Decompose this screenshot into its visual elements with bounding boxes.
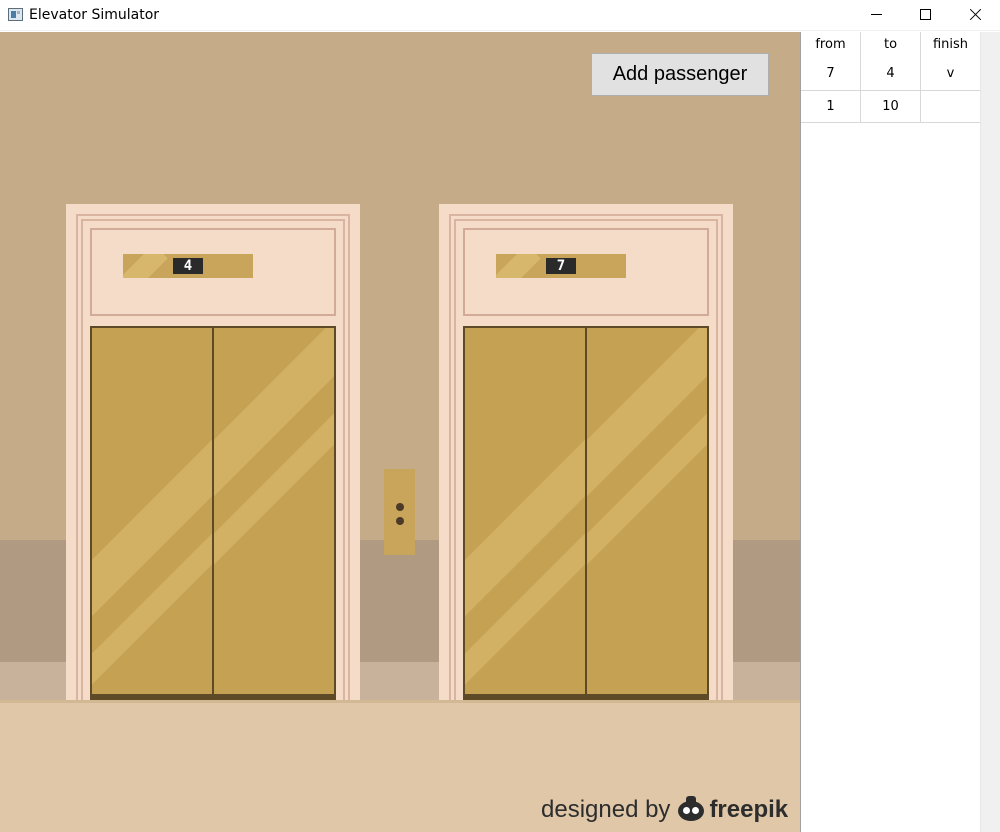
- freepik-logo-icon: [676, 796, 706, 821]
- maximize-button[interactable]: [901, 0, 951, 31]
- elevator-scene: Add passenger 4 7 designed by freepik: [0, 32, 800, 832]
- title-bar: Elevator Simulator: [0, 0, 1000, 31]
- table-cell: 7: [826, 66, 835, 81]
- floor-number: 7: [546, 258, 576, 274]
- close-button[interactable]: [950, 0, 1000, 31]
- table-cell: v: [946, 66, 955, 81]
- door-left: [92, 328, 212, 694]
- elevator-doors: [90, 326, 336, 700]
- passenger-table-panel: [800, 32, 1000, 832]
- table-scrollbar[interactable]: [980, 32, 1000, 832]
- app-icon: [8, 8, 23, 21]
- add-passenger-button[interactable]: Add passenger: [591, 53, 769, 96]
- table-cell: [921, 91, 980, 123]
- minimize-button[interactable]: [852, 0, 902, 31]
- door-left: [465, 328, 585, 694]
- table-row[interactable]: from 7 to 4 finish v: [801, 32, 980, 91]
- credit-prefix: designed by: [541, 796, 671, 823]
- table-cell: from 7: [801, 32, 861, 91]
- window-title: Elevator Simulator: [29, 7, 160, 23]
- elevator-2: 7: [439, 204, 733, 700]
- close-icon: [969, 8, 982, 21]
- door-right: [587, 328, 707, 694]
- passenger-table: from 7 to 4 finish v 1 10: [801, 32, 980, 123]
- door-right: [214, 328, 334, 694]
- floor-number: 4: [173, 258, 203, 274]
- column-header-finish: finish: [932, 37, 969, 52]
- freepik-credit: designed by freepik: [541, 796, 788, 824]
- elevator-doors: [463, 326, 709, 700]
- table-cell: 10: [861, 91, 921, 123]
- floor-indicator: 4: [123, 254, 253, 278]
- table-row[interactable]: 1 10: [801, 91, 980, 123]
- credit-brand: freepik: [709, 796, 789, 823]
- table-cell: to 4: [861, 32, 921, 91]
- table-cell: 4: [886, 66, 895, 81]
- call-button-panel: [384, 469, 415, 555]
- maximize-icon: [920, 9, 931, 20]
- elevator-1: 4: [66, 204, 360, 700]
- minimize-icon: [871, 14, 882, 15]
- table-cell: finish v: [921, 32, 980, 91]
- call-down-button: [396, 517, 404, 525]
- column-header-from: from: [815, 37, 846, 52]
- table-cell: 1: [801, 91, 861, 123]
- call-up-button: [396, 503, 404, 511]
- floor-indicator: 7: [496, 254, 626, 278]
- column-header-to: to: [883, 37, 898, 52]
